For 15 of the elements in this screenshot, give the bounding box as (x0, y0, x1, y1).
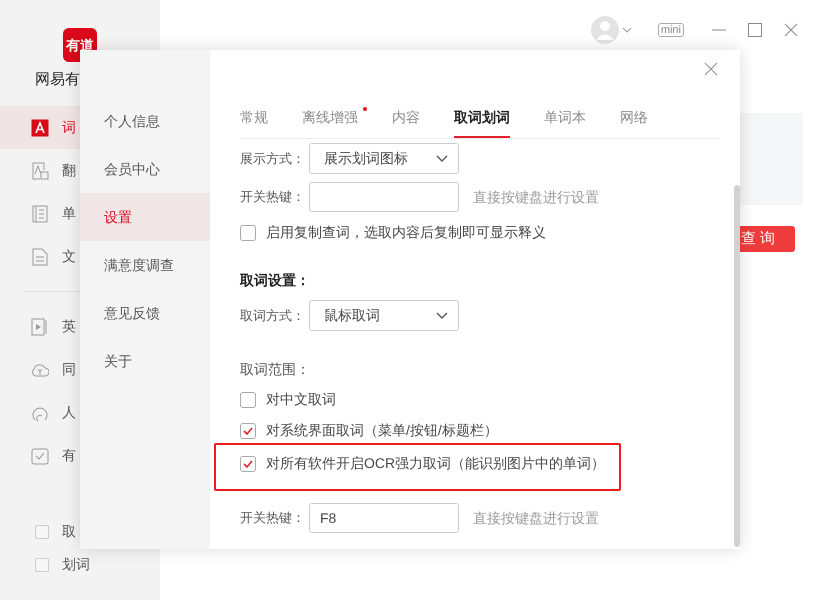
section-label: 取词范围： (240, 360, 311, 379)
field-label: 取词方式： (240, 306, 306, 325)
field-label: 展示方式： (240, 150, 306, 168)
checkbox-label: 取 (62, 522, 76, 541)
app-name: 网易有 (35, 70, 81, 90)
checkbox-label: 对中文取词 (266, 390, 336, 409)
hint-text: 直接按键盘进行设置 (473, 508, 599, 528)
section-heading: 取词设置： (240, 271, 311, 290)
checkbox-label: 对所有软件开启OCR强力取词（能识别图片中的单词） (266, 454, 606, 473)
checkbox-label: 启用复制查词，选取内容后复制即可显示释义 (266, 223, 546, 242)
checkbox-label: 划词 (62, 555, 90, 574)
hint-text: 直接按键盘进行设置 (473, 188, 599, 206)
field-label: 开关热键： (240, 188, 306, 206)
checkbox-label: 对系统界面取词（菜单/按钮/标题栏） (266, 421, 498, 440)
field-label: 开关热键： (240, 509, 306, 528)
